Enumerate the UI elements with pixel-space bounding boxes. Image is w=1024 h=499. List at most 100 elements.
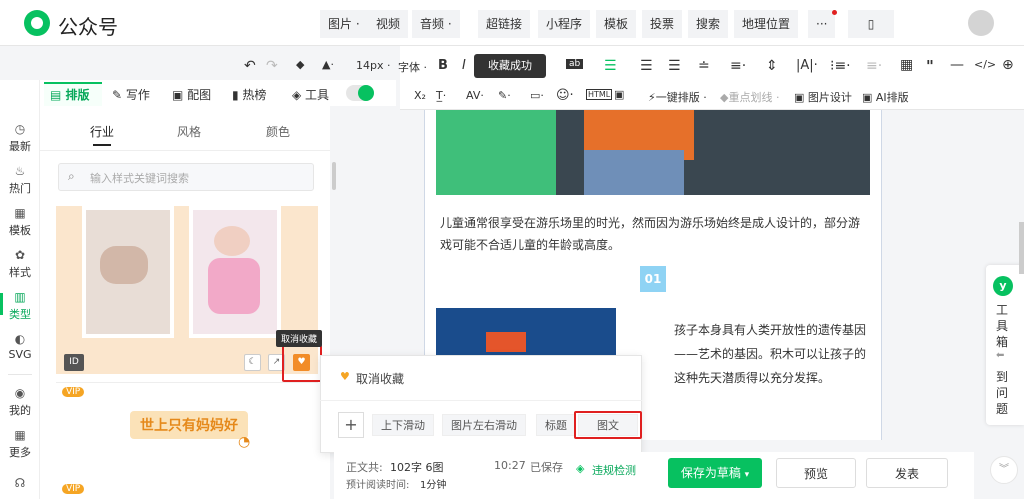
- faq-3[interactable]: 题: [996, 400, 1008, 417]
- nav-svg[interactable]: ◐ SVG: [0, 332, 40, 361]
- nav-latest[interactable]: ◷ 最新: [0, 122, 40, 154]
- list-icon[interactable]: ⁝≡·: [830, 58, 851, 74]
- nav-hot[interactable]: ♨ 热门: [0, 164, 40, 196]
- notify-dot: [832, 10, 837, 15]
- tab-tool[interactable]: ◈ 工具: [292, 86, 329, 103]
- preview-doc-icon[interactable]: ▯: [848, 10, 894, 38]
- quote-icon[interactable]: ": [926, 57, 934, 75]
- collapse-icon[interactable]: ⬅: [996, 350, 1004, 361]
- article-paragraph-2[interactable]: 孩子本身具有人类开放性的遗传基因——艺术的基因。积木可以让孩子的这种先天潜质得以…: [674, 318, 874, 390]
- clock-icon: ◷: [14, 122, 26, 136]
- magic-icon[interactable]: ✎·: [498, 89, 511, 102]
- nav-svg-label: SVG: [8, 348, 32, 361]
- emoji-icon[interactable]: ☺·: [556, 88, 574, 103]
- format-painter-icon[interactable]: ◆: [296, 58, 304, 71]
- one-click-layout[interactable]: ⚡一键排版 ·: [648, 89, 707, 105]
- menu-location[interactable]: 地理位置: [734, 10, 799, 38]
- more-icon[interactable]: ⊕: [1002, 57, 1014, 73]
- briefcase-icon[interactable]: ▣: [614, 88, 624, 101]
- moon-icon[interactable]: ☾: [244, 354, 261, 371]
- violation-check[interactable]: 违规检测: [592, 462, 636, 478]
- nav-style-label: 样式: [9, 266, 31, 279]
- subtab-style[interactable]: 风格: [177, 123, 201, 140]
- font-size-select[interactable]: 14px ·: [356, 59, 390, 72]
- menu-search[interactable]: 搜索: [688, 10, 729, 38]
- italic-button[interactable]: I: [462, 58, 466, 73]
- save-draft-button[interactable]: 保存为草稿 ▾: [668, 458, 762, 488]
- preview-button[interactable]: 预览: [776, 458, 856, 488]
- line-height-icon[interactable]: ≐: [698, 58, 710, 74]
- pic-design-button[interactable]: ▣ 图片设计: [794, 89, 852, 105]
- menu-more[interactable]: ···: [808, 10, 836, 38]
- nav-more[interactable]: ▦ 更多: [0, 428, 40, 460]
- clear-format-icon[interactable]: ▲·: [322, 58, 334, 71]
- faq-2[interactable]: 问: [996, 384, 1008, 401]
- popup-unfav-title[interactable]: 取消收藏: [356, 370, 404, 387]
- saved-label: 已保存: [530, 461, 563, 474]
- headset-icon[interactable]: ☊: [0, 476, 40, 492]
- redo-icon[interactable]: ↷: [266, 58, 278, 74]
- subscript-icon[interactable]: X₂: [414, 89, 426, 102]
- user-icon: ◉: [14, 386, 26, 400]
- tab-write[interactable]: ✎ 写作: [112, 86, 150, 103]
- toy-shape: [486, 332, 526, 352]
- tab-hot[interactable]: ▮ 热榜: [232, 86, 266, 103]
- article-paragraph-1[interactable]: 儿童通常很享受在游乐场里的时光，然而因为游乐场始终是成人设计的，部分游戏可能不合…: [440, 212, 870, 256]
- publish-button[interactable]: 发表: [866, 458, 948, 488]
- nav-type[interactable]: ▥ 类型: [0, 290, 40, 322]
- spacing-icon[interactable]: ⇕: [766, 58, 778, 74]
- action-image-horizontal[interactable]: 图片左右滑动: [442, 414, 526, 436]
- card-id-badge[interactable]: ID: [64, 354, 84, 371]
- action-scroll-vertical[interactable]: 上下滑动: [372, 414, 434, 436]
- ai-icon: ▣: [862, 91, 876, 104]
- nav-more-label: 更多: [9, 446, 31, 459]
- avatar[interactable]: [968, 10, 994, 36]
- menu-vote[interactable]: 投票: [642, 10, 683, 38]
- search-icon: ⌕: [68, 169, 75, 183]
- nav-style[interactable]: ✿ 样式: [0, 248, 40, 280]
- jeans-shape: [584, 150, 684, 195]
- align-left-icon[interactable]: ☰: [604, 58, 617, 74]
- action-title[interactable]: 标题: [536, 414, 576, 436]
- indent-icon[interactable]: ≡·: [730, 58, 746, 74]
- align-center-icon[interactable]: ☰: [640, 58, 653, 74]
- image-tool-icon[interactable]: ▭·: [530, 89, 544, 102]
- divider-list-icon[interactable]: ≡·: [866, 58, 882, 74]
- menu-template[interactable]: 模板: [596, 10, 637, 38]
- image-icon: ▣: [172, 88, 188, 102]
- undo-icon[interactable]: ↶: [244, 58, 256, 74]
- bg-color-icon[interactable]: ab: [566, 59, 584, 69]
- html-icon[interactable]: HTML: [586, 89, 613, 100]
- strike-icon[interactable]: T̲·: [436, 89, 446, 102]
- menu-miniprogram[interactable]: 小程序: [538, 10, 591, 38]
- menu-image[interactable]: 图片 ·: [320, 10, 368, 38]
- page-scrollbar[interactable]: [1019, 222, 1024, 274]
- bold-button[interactable]: B: [438, 58, 448, 73]
- tab-image[interactable]: ▣ 配图: [172, 86, 211, 103]
- faq-1[interactable]: 到: [996, 368, 1008, 385]
- word-count-label: 正文共:: [346, 461, 383, 474]
- nav-template[interactable]: ▦ 模板: [0, 206, 40, 238]
- letter-spacing-icon[interactable]: |A|·: [796, 58, 818, 73]
- brand-title: 公众号: [58, 15, 118, 39]
- av-icon[interactable]: AV·: [466, 89, 484, 102]
- tab-layout[interactable]: ▤ 排版: [50, 86, 90, 103]
- font-select[interactable]: 字体 ·: [398, 59, 427, 75]
- code-icon[interactable]: </>: [974, 58, 996, 71]
- menu-audio[interactable]: 音频 ·: [412, 10, 460, 38]
- align-right-icon[interactable]: ☰: [668, 58, 681, 74]
- nav-latest-label: 最新: [9, 140, 31, 153]
- highlight-line[interactable]: ◆重点划线 ·: [720, 89, 779, 105]
- chevron-double-down-icon[interactable]: ︾: [990, 456, 1018, 484]
- nav-mine[interactable]: ◉ 我的: [0, 386, 40, 418]
- menu-video[interactable]: 视频: [368, 10, 409, 38]
- save-draft-label: 保存为草稿: [680, 466, 741, 480]
- add-button[interactable]: +: [338, 412, 364, 438]
- menu-hyperlink[interactable]: 超链接: [478, 10, 531, 38]
- hr-icon[interactable]: —: [950, 57, 964, 73]
- table-icon[interactable]: ▦: [900, 57, 913, 73]
- ai-layout-button[interactable]: ▣ AI排版: [862, 89, 909, 105]
- subtab-industry[interactable]: 行业: [90, 123, 114, 140]
- panel-scrollbar[interactable]: [332, 162, 336, 190]
- subtab-color[interactable]: 颜色: [266, 123, 290, 140]
